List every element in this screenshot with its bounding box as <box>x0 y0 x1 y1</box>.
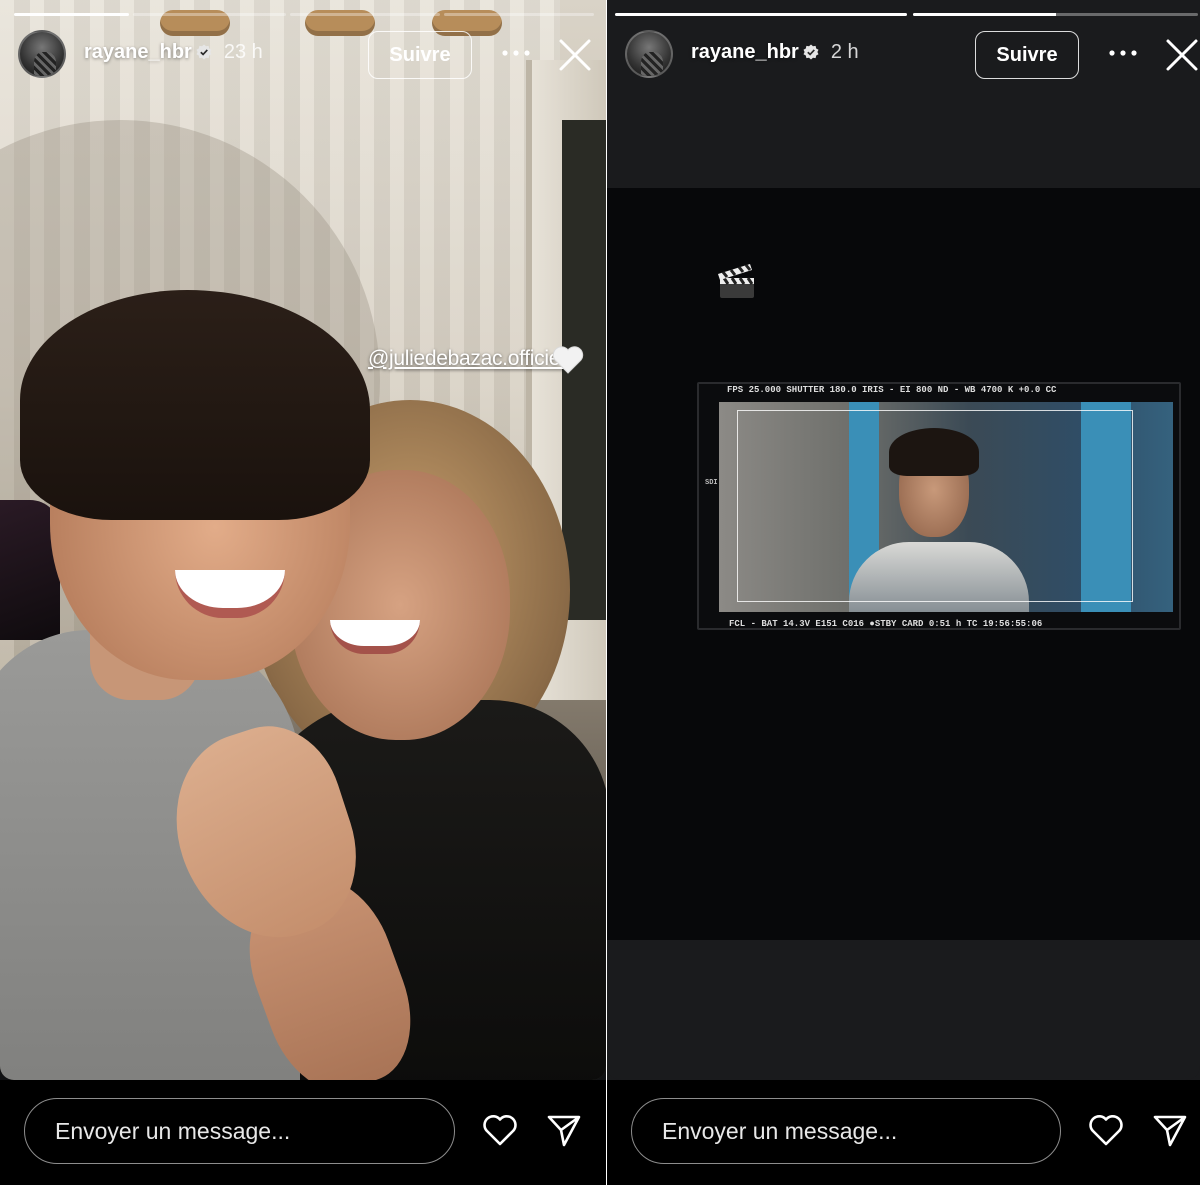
heart-icon[interactable] <box>482 1113 518 1147</box>
send-icon[interactable] <box>546 1112 582 1148</box>
close-icon[interactable] <box>1165 38 1199 72</box>
white-heart-icon <box>552 346 584 374</box>
story-photo-monitor[interactable]: FPS 25.000 SHUTTER 180.0 IRIS - EI 800 N… <box>607 0 1200 1080</box>
story-panel-left: @juliedebazac.officiel rayane_hbr 23 h S… <box>0 0 606 1185</box>
progress-bar-4 <box>444 13 594 16</box>
progress-bar-1 <box>14 13 129 16</box>
progress-bar-2 <box>913 13 1198 16</box>
username[interactable]: rayane_hbr <box>691 41 799 64</box>
monitor-hud-top: FPS 25.000 SHUTTER 180.0 IRIS - EI 800 N… <box>727 385 1057 395</box>
story-footer: Envoyer un message... <box>0 1080 606 1185</box>
timestamp: 23 h <box>223 41 263 63</box>
reply-input[interactable]: Envoyer un message... <box>24 1098 455 1164</box>
story-header: rayane_hbr 2 h Suivre <box>607 28 1200 80</box>
follow-button[interactable]: Suivre <box>975 31 1079 79</box>
monitor-screen <box>719 402 1173 612</box>
timestamp: 2 h <box>830 41 859 63</box>
username[interactable]: rayane_hbr <box>84 41 192 64</box>
story-header: rayane_hbr 23 h Suivre <box>0 28 606 80</box>
close-icon[interactable] <box>558 38 592 72</box>
verified-badge-icon <box>803 44 819 60</box>
heart-icon[interactable] <box>1088 1113 1124 1147</box>
more-options-icon[interactable] <box>1107 48 1139 58</box>
progress-bar-2 <box>133 13 286 16</box>
camera-monitor: FPS 25.000 SHUTTER 180.0 IRIS - EI 800 N… <box>697 382 1181 630</box>
send-icon[interactable] <box>1152 1112 1188 1148</box>
progress-bar-3 <box>290 13 440 16</box>
more-options-icon[interactable] <box>500 48 532 58</box>
monitor-hud-bottom: FCL - BAT 14.3V E151 C016 ●STBY CARD 0:5… <box>729 619 1043 629</box>
story-panel-right: FPS 25.000 SHUTTER 180.0 IRIS - EI 800 N… <box>607 0 1200 1185</box>
clapper-board-icon <box>718 264 754 298</box>
verified-badge-icon <box>196 44 212 60</box>
mention-sticker[interactable]: @juliedebazac.officiel <box>368 347 565 371</box>
follow-button[interactable]: Suivre <box>368 31 472 79</box>
frame-guide <box>737 410 1133 602</box>
story-photo-selfie[interactable]: @juliedebazac.officiel <box>0 0 606 1080</box>
progress-bar-1 <box>615 13 907 16</box>
avatar[interactable] <box>18 30 66 78</box>
story-footer: Envoyer un message... <box>607 1080 1200 1185</box>
reply-input[interactable]: Envoyer un message... <box>631 1098 1061 1164</box>
avatar[interactable] <box>625 30 673 78</box>
